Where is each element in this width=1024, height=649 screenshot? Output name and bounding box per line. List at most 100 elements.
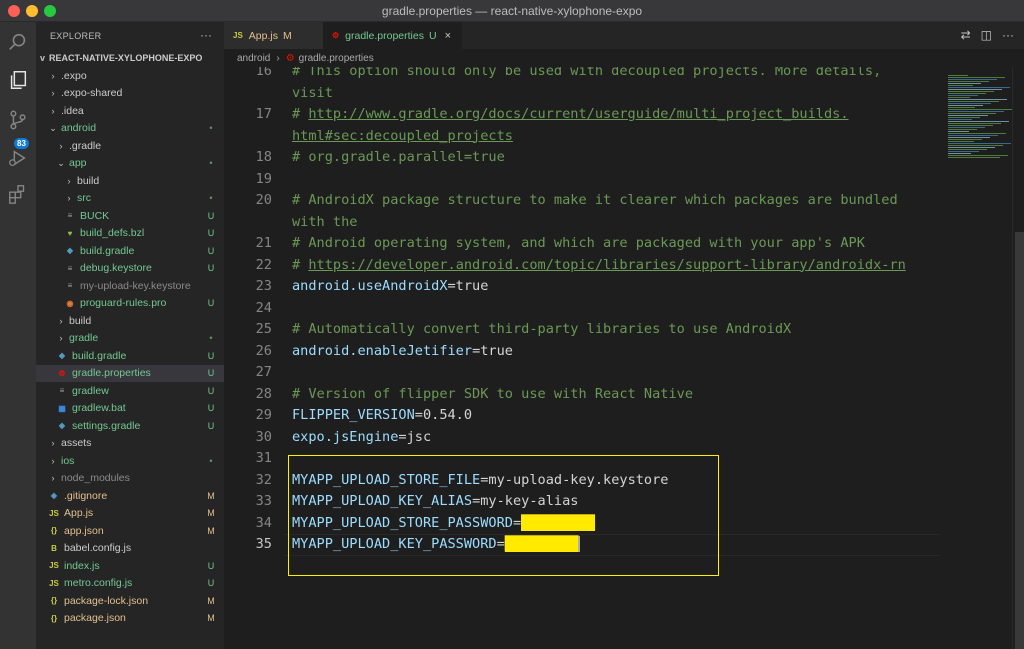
minimap-line xyxy=(948,105,983,106)
tree-folder[interactable]: › .expo-shared xyxy=(36,85,224,103)
code-line[interactable]: 26 android.enableJetifier=true xyxy=(224,343,940,365)
tree-file[interactable]: {} package.json M xyxy=(36,610,224,628)
tree-file[interactable]: ≡ BUCK U xyxy=(36,207,224,225)
tree-file[interactable]: ◆ .gitignore M xyxy=(36,487,224,505)
workspace-root[interactable]: v REACT-NATIVE-XYLOPHONE-EXPO xyxy=(36,49,224,67)
editor-scrollbar[interactable] xyxy=(1012,67,1024,649)
code-line[interactable]: 29 FLIPPER_VERSION=0.54.0 xyxy=(224,407,940,429)
line-number: 26 xyxy=(255,342,272,359)
tree-file[interactable]: ◆ build.gradle U xyxy=(36,242,224,260)
minimap-line xyxy=(948,97,970,98)
code-line[interactable]: 28 # Version of flipper SDK to use with R… xyxy=(224,386,940,408)
tree-folder[interactable]: ⌄ android • xyxy=(36,120,224,138)
source-control-icon[interactable] xyxy=(4,106,32,134)
code-line[interactable]: 22 # https://developer.android.com/topic/… xyxy=(224,257,940,279)
code-line[interactable]: 20 # AndroidX package structure to make i… xyxy=(224,192,940,214)
tree-folder[interactable]: › gradle • xyxy=(36,330,224,348)
tree-item-label: my-upload-key.keystore xyxy=(80,279,191,292)
tree-item-label: app xyxy=(69,157,87,170)
code-line[interactable]: 30 expo.jsEngine=jsc xyxy=(224,429,940,451)
tree-file[interactable]: JS metro.config.js U xyxy=(36,575,224,593)
code-line[interactable]: 17 # http://www.gradle.org/docs/current/u… xyxy=(224,106,940,128)
tree-file[interactable]: ♥ build_defs.bzl U xyxy=(36,225,224,243)
code-line[interactable]: 23 android.useAndroidX=true xyxy=(224,278,940,300)
tree-item-label: .idea xyxy=(61,104,84,117)
code-editor[interactable]: 16 # This option should only be used with… xyxy=(224,67,940,649)
tab-app-js[interactable]: JS App.js M xyxy=(224,22,323,49)
line-number: 32 xyxy=(255,471,272,488)
line-number: 28 xyxy=(255,385,272,402)
code-line[interactable]: with the xyxy=(224,214,940,236)
minimap-line xyxy=(948,93,986,94)
gradle-file-icon: ◆ xyxy=(58,421,66,431)
explorer-header: EXPLORER xyxy=(50,30,102,41)
git-status-badge: U xyxy=(207,385,215,396)
more-editor-actions-icon[interactable]: ··· xyxy=(1002,28,1014,42)
code-text: visit xyxy=(292,85,333,101)
tree-folder[interactable]: › .gradle xyxy=(36,137,224,155)
minimap[interactable] xyxy=(940,67,1012,649)
code-line[interactable]: visit xyxy=(224,85,940,107)
minimap-line xyxy=(948,113,996,114)
code-text: # org.gradle.parallel=true xyxy=(292,149,505,165)
tree-file[interactable]: Bbabel.config.js xyxy=(36,540,224,558)
tree-folder[interactable]: ⌄ app • xyxy=(36,155,224,173)
tree-file[interactable]: {} app.json M xyxy=(36,522,224,540)
code-line[interactable]: 19 xyxy=(224,171,940,193)
tree-folder[interactable]: › node_modules xyxy=(36,470,224,488)
bazel-file-icon: ♥ xyxy=(67,228,73,238)
code-line[interactable]: 16 # This option should only be used with… xyxy=(224,67,940,85)
tree-item-label: ios xyxy=(61,454,75,467)
code-token: # Version of flipper SDK to use with Rea… xyxy=(292,385,694,402)
tree-file[interactable]: ≡ my-upload-key.keystore xyxy=(36,277,224,295)
explorer-sidebar: EXPLORER ··· v REACT-NATIVE-XYLOPHONE-EX… xyxy=(36,22,224,649)
run-debug-icon[interactable] xyxy=(4,144,32,172)
tree-file[interactable]: ≡ debug.keystore U xyxy=(36,260,224,278)
tree-folder[interactable]: › ios • xyxy=(36,452,224,470)
breadcrumb-file[interactable]: gradle.properties xyxy=(299,53,374,64)
tree-file[interactable]: ⚙ gradle.properties U xyxy=(36,364,224,382)
code-line[interactable]: 27 xyxy=(224,364,940,386)
search-icon[interactable] xyxy=(4,28,32,56)
code-line[interactable]: html#sec:decoupled_projects xyxy=(224,128,940,150)
tree-folder[interactable]: › assets xyxy=(36,435,224,453)
tree-item-label: android xyxy=(61,122,97,135)
chevron-right-icon: › xyxy=(67,193,71,204)
scrollbar-thumb[interactable] xyxy=(1015,232,1024,649)
tree-file[interactable]: {} package-lock.json M xyxy=(36,592,224,610)
tree-file[interactable]: JS App.js M xyxy=(36,505,224,523)
tree-item-label: App.js xyxy=(64,507,94,520)
explorer-files-icon[interactable] xyxy=(4,66,32,94)
breadcrumb-folder[interactable]: android xyxy=(237,53,270,64)
minimap-line xyxy=(948,127,985,128)
tree-folder[interactable]: › .expo xyxy=(36,67,224,85)
tree-file[interactable]: ▦ gradlew.bat U xyxy=(36,400,224,418)
tree-file[interactable]: ◆ settings.gradle U xyxy=(36,417,224,435)
tree-folder[interactable]: › build xyxy=(36,312,224,330)
code-token: =true xyxy=(447,278,489,294)
tree-item-label: package.json xyxy=(64,612,126,625)
open-changes-icon[interactable]: ⇄ xyxy=(961,28,971,42)
tree-file[interactable]: ≡ gradlew U xyxy=(36,382,224,400)
more-actions-icon[interactable]: ··· xyxy=(200,28,212,42)
split-editor-icon[interactable]: ◫ xyxy=(981,28,992,42)
javascript-file-icon: JS xyxy=(49,578,59,588)
git-status-badge: U xyxy=(207,578,215,589)
tree-folder[interactable]: › build xyxy=(36,172,224,190)
code-token: # xyxy=(292,256,309,273)
code-line[interactable]: 21 # Android operating system, and which … xyxy=(224,235,940,257)
code-line[interactable]: 18 # org.gradle.parallel=true xyxy=(224,149,940,171)
tree-file[interactable]: ◆ build.gradle U xyxy=(36,347,224,365)
title-bar: gradle.properties — react-native-xylopho… xyxy=(0,0,1024,22)
tree-file[interactable]: JS index.js U xyxy=(36,557,224,575)
code-line[interactable]: 25 # Automatically convert third-party li… xyxy=(224,321,940,343)
tree-folder[interactable]: › .idea xyxy=(36,102,224,120)
line-number: 33 xyxy=(255,493,272,509)
tree-file[interactable]: ◉ proguard-rules.pro U xyxy=(36,295,224,313)
code-line[interactable]: 24 xyxy=(224,300,940,322)
tab-gradle-properties[interactable]: ⚙ gradle.properties U × xyxy=(323,22,462,49)
chevron-right-icon: › xyxy=(59,140,63,151)
tree-folder[interactable]: › src • xyxy=(36,190,224,208)
extensions-icon[interactable] xyxy=(4,180,32,208)
close-tab-icon[interactable]: × xyxy=(445,30,451,42)
